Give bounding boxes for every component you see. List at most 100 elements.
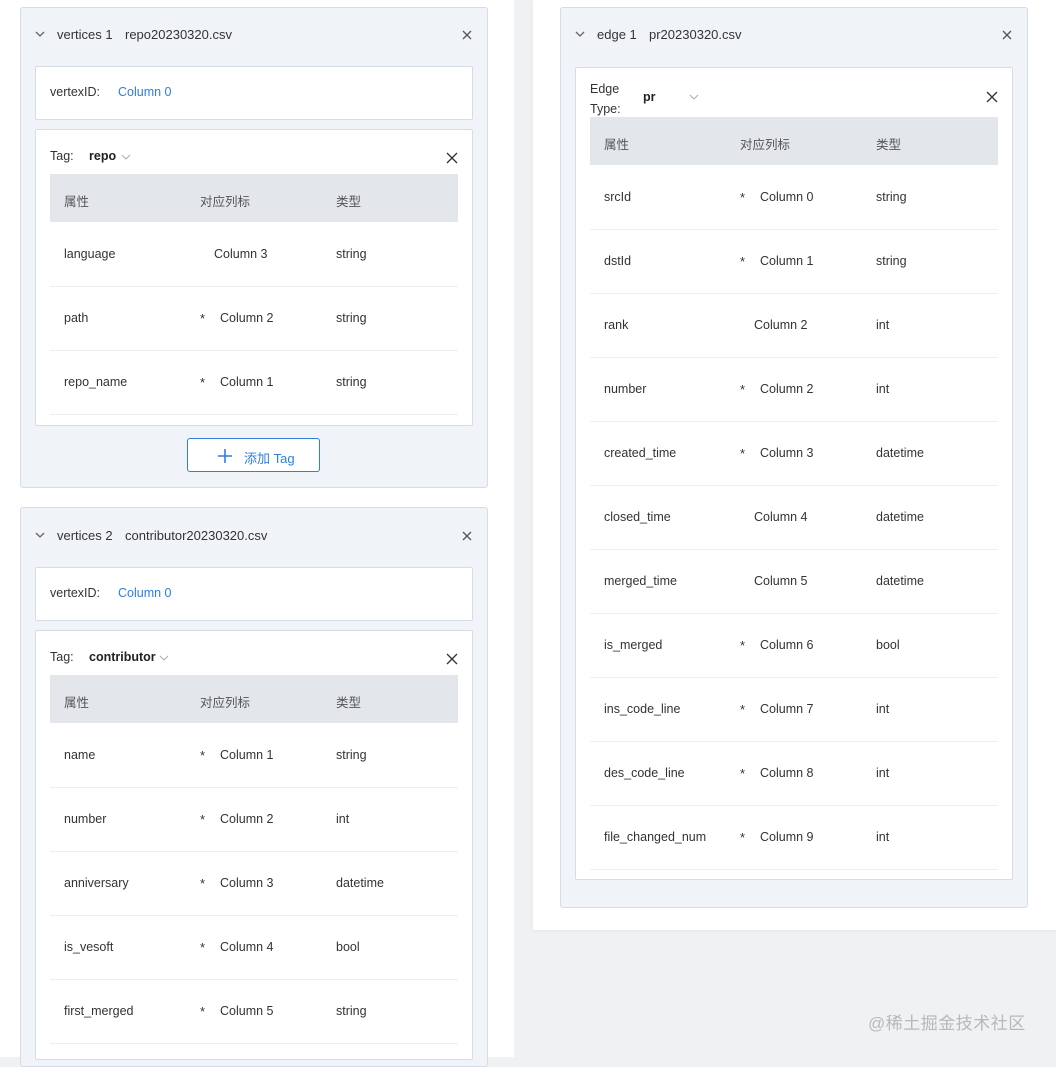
required-marker: *: [200, 311, 206, 326]
close-icon[interactable]: [446, 653, 458, 665]
edge-type-label-line2: Type:: [590, 102, 621, 116]
column-select[interactable]: Column 1: [760, 254, 814, 268]
column-select[interactable]: Column 1: [220, 375, 274, 389]
prop-name: ins_code_line: [604, 702, 681, 716]
table-header: 属性 对应列标 类型: [50, 675, 458, 723]
prop-name: anniversary: [64, 876, 129, 890]
caret-down-icon[interactable]: [689, 93, 699, 101]
prop-name: is_merged: [604, 638, 663, 652]
prop-name: file_changed_num: [604, 830, 707, 844]
column-select[interactable]: Column 5: [754, 574, 808, 588]
prop-type: string: [336, 311, 367, 325]
column-select[interactable]: Column 3: [220, 876, 274, 890]
prop-type: bool: [336, 940, 360, 954]
vertex-card-1: vertices 1 repo20230320.csv vertexID: Co…: [20, 7, 488, 488]
prop-name: srcId: [604, 190, 632, 204]
required-marker: *: [740, 638, 746, 653]
vertex-id-label: vertexID:: [50, 85, 101, 99]
close-icon[interactable]: [461, 29, 473, 41]
caret-down-icon[interactable]: [121, 153, 131, 161]
header-type: 类型: [876, 138, 902, 152]
vertex-id-select[interactable]: Column 0: [118, 85, 172, 99]
tag-label: Tag:: [50, 149, 74, 163]
column-select[interactable]: Column 4: [754, 510, 808, 524]
required-marker: *: [740, 446, 746, 461]
required-marker: *: [200, 748, 206, 763]
card-file-name: pr20230320.csv: [649, 27, 742, 42]
close-icon[interactable]: [461, 530, 473, 542]
column-select[interactable]: Column 5: [220, 1004, 274, 1018]
column-select[interactable]: Column 6: [760, 638, 814, 652]
required-marker: *: [200, 940, 206, 955]
close-icon[interactable]: [1001, 29, 1013, 41]
close-icon[interactable]: [446, 152, 458, 164]
edge-type-label: Edge Type:: [590, 79, 621, 119]
add-tag-button[interactable]: 添加 Tag: [187, 438, 320, 472]
prop-type: string: [336, 247, 367, 261]
edge-type-box: Edge Type: pr 属性 对应列标 类型 srcId * Column …: [575, 67, 1013, 880]
header-column: 对应列标: [200, 696, 251, 710]
table-row: closed_time Column 4 datetime: [590, 486, 998, 550]
prop-type: string: [876, 254, 907, 268]
table-row: path * Column 2 string: [50, 287, 458, 351]
caret-down-icon[interactable]: [159, 654, 169, 662]
prop-type: datetime: [876, 574, 924, 588]
prop-type: int: [876, 318, 890, 332]
chevron-down-icon[interactable]: [575, 29, 585, 39]
close-icon[interactable]: [986, 91, 998, 103]
chevron-down-icon[interactable]: [35, 29, 45, 39]
prop-type: string: [876, 190, 907, 204]
vertex-card-2: vertices 2 contributor20230320.csv verte…: [20, 507, 488, 1067]
header-property: 属性: [64, 195, 90, 209]
prop-type: int: [876, 830, 890, 844]
column-select[interactable]: Column 3: [760, 446, 814, 460]
prop-type: string: [336, 748, 367, 762]
prop-name: first_merged: [64, 1004, 134, 1018]
prop-type: bool: [876, 638, 900, 652]
table-row: anniversary * Column 3 datetime: [50, 852, 458, 916]
column-select[interactable]: Column 2: [220, 311, 274, 325]
table-row: is_merged * Column 6 bool: [590, 614, 998, 678]
prop-name: is_vesoft: [64, 940, 114, 954]
chevron-down-icon[interactable]: [35, 530, 45, 540]
required-marker: *: [200, 375, 206, 390]
prop-type: string: [336, 1004, 367, 1018]
column-select[interactable]: Column 3: [214, 247, 268, 261]
edge-type-select[interactable]: pr: [643, 90, 656, 104]
column-select[interactable]: Column 0: [760, 190, 814, 204]
column-select[interactable]: Column 4: [220, 940, 274, 954]
column-select[interactable]: Column 2: [760, 382, 814, 396]
prop-type: int: [336, 812, 350, 826]
header-type: 类型: [336, 195, 362, 209]
add-tag-label: 添加 Tag: [244, 451, 295, 466]
required-marker: *: [200, 812, 206, 827]
card-kind-label: vertices 2: [57, 528, 113, 543]
header-column: 对应列标: [200, 195, 251, 209]
prop-name: name: [64, 748, 96, 762]
prop-name: path: [64, 311, 89, 325]
table-header: 属性 对应列标 类型: [50, 174, 458, 222]
vertex-id-select[interactable]: Column 0: [118, 586, 172, 600]
prop-type: string: [336, 375, 367, 389]
required-marker: *: [740, 382, 746, 397]
prop-type: datetime: [876, 510, 924, 524]
plus-icon: [218, 449, 232, 463]
column-select[interactable]: Column 9: [760, 830, 814, 844]
tag-label: Tag:: [50, 650, 74, 664]
right-panel: edge 1 pr20230320.csv Edge Type: pr 属性 对…: [533, 0, 1056, 930]
prop-type: datetime: [336, 876, 384, 890]
prop-name: merged_time: [604, 574, 677, 588]
column-select[interactable]: Column 7: [760, 702, 814, 716]
column-select[interactable]: Column 2: [220, 812, 274, 826]
tag-select[interactable]: repo: [89, 149, 116, 163]
required-marker: *: [740, 702, 746, 717]
watermark: @稀土掘金技术社区: [868, 1014, 1026, 1033]
column-select[interactable]: Column 1: [220, 748, 274, 762]
tag-box: Tag: contributor 属性 对应列标 类型 name * Colum…: [35, 630, 473, 1060]
prop-name: rank: [604, 318, 629, 332]
tag-box: Tag: repo 属性 对应列标 类型 language Column 3 s…: [35, 129, 473, 426]
column-select[interactable]: Column 2: [754, 318, 808, 332]
column-select[interactable]: Column 8: [760, 766, 814, 780]
required-marker: *: [740, 190, 746, 205]
tag-select[interactable]: contributor: [89, 650, 156, 664]
